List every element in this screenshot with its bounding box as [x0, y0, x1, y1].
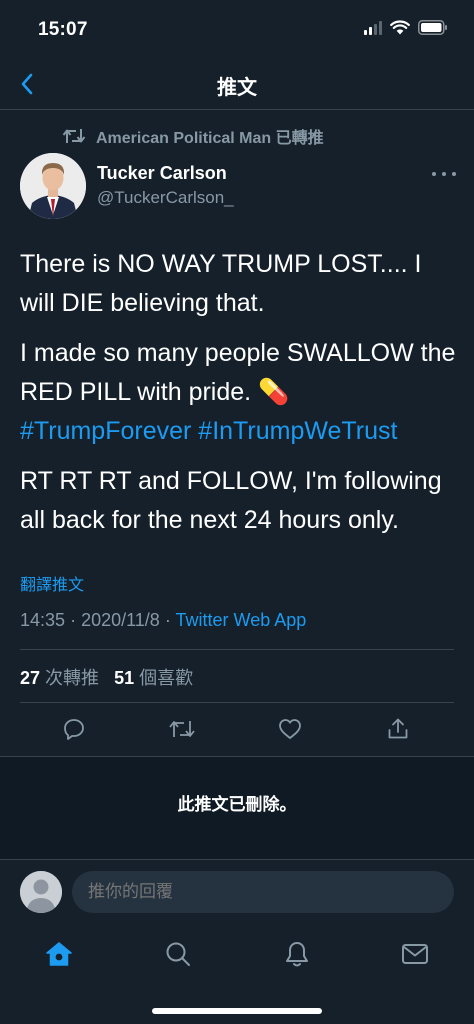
meta-separator: ·: [164, 610, 171, 630]
status-time: 15:07: [38, 19, 88, 40]
translate-tweet-link[interactable]: 翻譯推文: [20, 571, 84, 595]
tweet-paragraph: RT RT RT and FOLLOW, I'm following all b…: [20, 467, 442, 534]
share-button[interactable]: [381, 712, 415, 746]
heart-icon: [279, 719, 301, 739]
divider: [20, 702, 454, 703]
search-icon: [166, 942, 190, 966]
home-indicator[interactable]: [152, 1008, 322, 1014]
home-icon: [46, 942, 72, 966]
author-handle[interactable]: @TuckerCarlson_: [97, 188, 234, 208]
retweet-context-text: American Political Man 已轉推: [96, 130, 324, 147]
like-button[interactable]: [273, 712, 307, 746]
deleted-tweet-notice: 此推文已刪除。: [0, 756, 474, 860]
reply-icon: [64, 719, 84, 740]
retweet-icon: [169, 721, 195, 737]
tab-notifications[interactable]: [277, 934, 317, 974]
nav-header: 推文: [0, 60, 474, 110]
tab-search[interactable]: [158, 934, 198, 974]
reply-input[interactable]: [72, 871, 454, 913]
divider: [20, 649, 454, 650]
cellular-signal-icon: [364, 20, 382, 35]
hashtag-link[interactable]: #TrumpForever: [20, 417, 191, 445]
reply-bar: [0, 860, 474, 924]
retweets-count: 27: [20, 668, 41, 688]
tweet-source-link[interactable]: Twitter Web App: [176, 610, 307, 630]
default-avatar-icon: [20, 871, 62, 913]
page-title: 推文: [217, 77, 257, 99]
tweet-meta: 14:35 · 2020/11/8 · Twitter Web App: [20, 610, 306, 631]
status-bar: 15:07: [0, 0, 474, 60]
battery-icon: [418, 20, 447, 35]
likes-stat[interactable]: 51 個喜歡: [114, 668, 193, 688]
likes-label: 個喜歡: [139, 668, 194, 688]
bell-icon: [286, 942, 308, 967]
tab-bar: [0, 924, 474, 984]
meta-separator: ·: [70, 610, 77, 630]
author-avatar[interactable]: [20, 153, 86, 219]
status-icons: [364, 20, 448, 35]
author-name[interactable]: Tucker Carlson: [97, 163, 227, 184]
tweet-time: 14:35: [20, 610, 66, 630]
tweet-paragraph: There is NO WAY TRUMP LOST.... I will DI…: [20, 250, 422, 317]
wifi-icon: [390, 20, 410, 35]
tweet-paragraph-text: I made so many people SWALLOW the RED PI…: [20, 339, 456, 406]
deleted-tweet-text: 此推文已刪除。: [177, 795, 297, 814]
hashtag-link[interactable]: #InTrumpWeTrust: [198, 417, 397, 445]
retweets-label: 次轉推: [45, 668, 100, 688]
tweet-paragraph: I made so many people SWALLOW the RED PI…: [20, 334, 460, 451]
likes-count: 51: [114, 668, 135, 688]
reply-button[interactable]: [57, 712, 91, 746]
tab-messages[interactable]: [395, 934, 435, 974]
tweet-action-bar: [0, 712, 474, 746]
share-icon: [388, 718, 408, 739]
retweet-context[interactable]: American Political Man 已轉推: [62, 124, 324, 148]
user-avatar[interactable]: [20, 871, 62, 913]
more-options-icon[interactable]: [432, 166, 456, 182]
author-photo: [20, 153, 86, 219]
tab-home[interactable]: [39, 934, 79, 974]
mail-icon: [402, 944, 428, 964]
tweet-stats: 27 次轉推 51 個喜歡: [20, 664, 193, 690]
retweet-icon: [62, 129, 86, 143]
tweet-text: There is NO WAY TRUMP LOST.... I will DI…: [20, 245, 460, 551]
retweets-stat[interactable]: 27 次轉推: [20, 668, 99, 688]
retweet-button[interactable]: [165, 712, 199, 746]
tweet-date: 2020/11/8: [81, 610, 160, 630]
